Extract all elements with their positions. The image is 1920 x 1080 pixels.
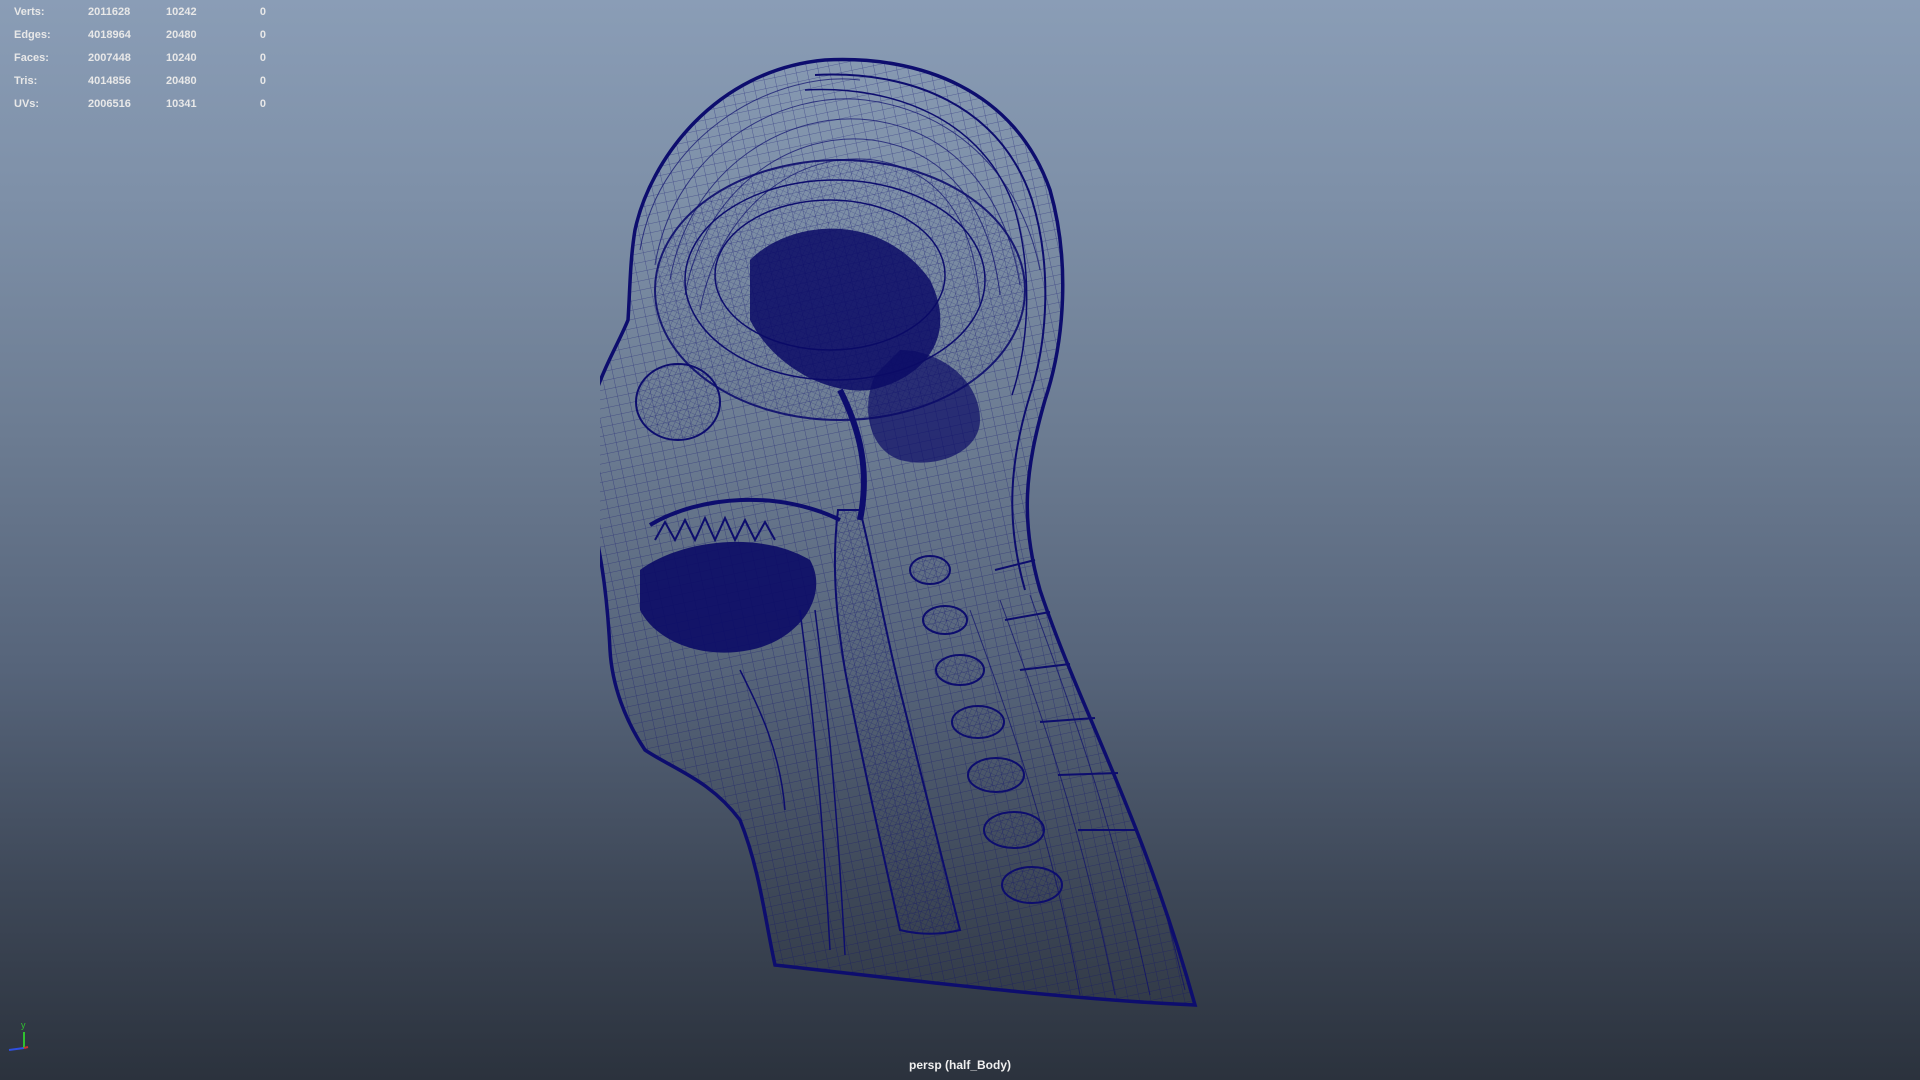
hud-label: Edges: bbox=[14, 29, 51, 41]
hud-value-total: 4018964 bbox=[88, 29, 131, 41]
eye-socket-mesh bbox=[635, 363, 721, 441]
hud-value-selected: 0 bbox=[259, 52, 266, 64]
hud-label: Verts: bbox=[14, 6, 45, 18]
hud-value-selected: 0 bbox=[259, 75, 266, 87]
hud-value-total: 2007448 bbox=[88, 52, 131, 64]
hud-value-selected: 0 bbox=[259, 29, 266, 41]
hud-label: Faces: bbox=[14, 52, 49, 64]
z-axis-line bbox=[8, 1047, 25, 1051]
hud-row-faces: Faces: 2007448 10240 0 bbox=[14, 47, 266, 70]
hud-value-selected: 0 bbox=[259, 6, 266, 18]
hud-value-object: 10240 bbox=[166, 52, 197, 64]
hud-value-object: 20480 bbox=[166, 29, 197, 41]
camera-label: persp (half_Body) bbox=[908, 1058, 1011, 1072]
hud-row-edges: Edges: 4018964 20480 0 bbox=[14, 24, 266, 47]
hud-value-selected: 0 bbox=[259, 98, 266, 110]
hud-value-object: 20480 bbox=[166, 75, 197, 87]
hud-value-total: 2006516 bbox=[88, 98, 131, 110]
wireframe-head-model[interactable] bbox=[600, 50, 1380, 1030]
y-axis-label: y bbox=[21, 1020, 26, 1030]
view-axis-gizmo: y bbox=[8, 1020, 29, 1051]
hud-value-object: 10341 bbox=[166, 98, 197, 110]
hud-label: UVs: bbox=[14, 98, 40, 110]
hud-value-object: 10242 bbox=[166, 6, 197, 18]
x-axis-line bbox=[23, 1046, 29, 1049]
hud-row-uvs: UVs: 2006516 10341 0 bbox=[14, 93, 266, 116]
perspective-viewport[interactable]: Verts: 2011628 10242 0 Edges: 4018964 20… bbox=[0, 0, 1920, 1080]
hud-value-total: 2011628 bbox=[88, 6, 131, 18]
hud-row-tris: Tris: 4014856 20480 0 bbox=[14, 70, 266, 93]
poly-count-hud: Verts: 2011628 10242 0 Edges: 4018964 20… bbox=[14, 1, 266, 116]
hud-value-total: 4014856 bbox=[88, 75, 131, 87]
hud-row-verts: Verts: 2011628 10242 0 bbox=[14, 1, 266, 24]
hud-label: Tris: bbox=[14, 75, 38, 87]
